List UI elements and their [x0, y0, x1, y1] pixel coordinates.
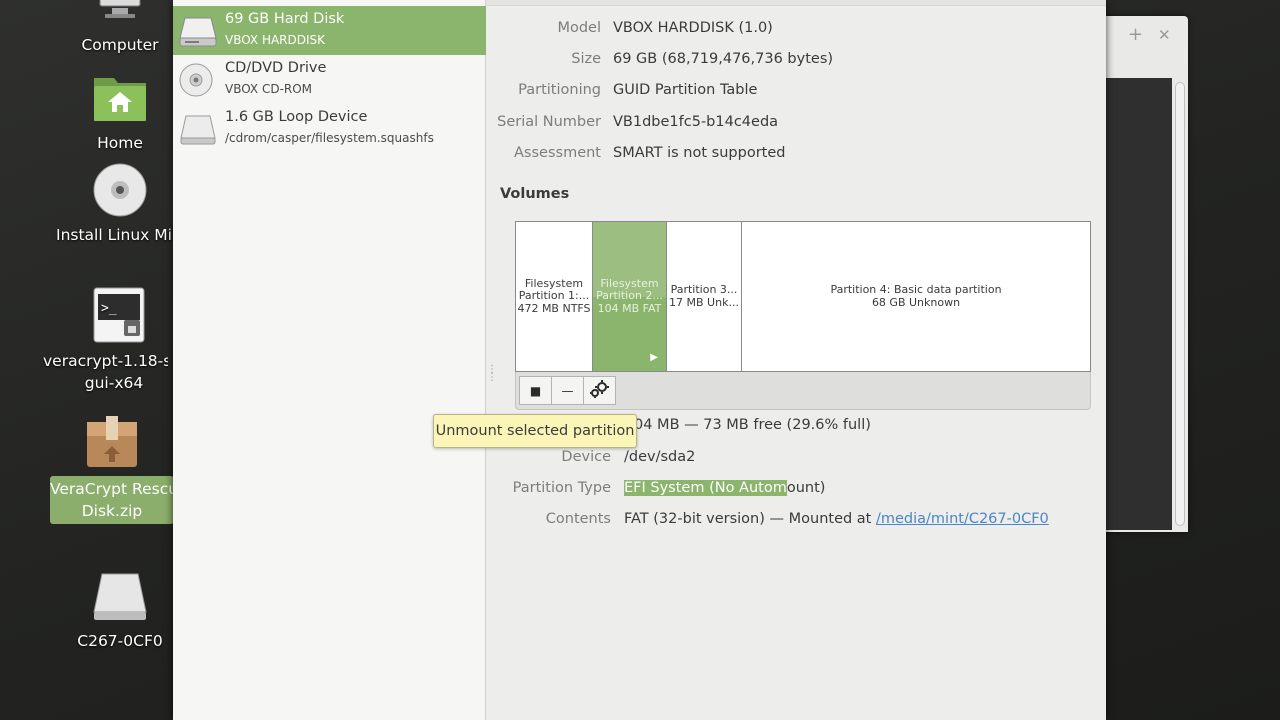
sidebar-item-cd-dvd[interactable]: CD/DVD Drive VBOX CD-ROM — [173, 55, 486, 104]
disks-window: 69 GB Hard Disk VBOX HARDDISK CD/DVD Dri… — [173, 0, 1106, 720]
tooltip: Unmount selected partition — [433, 414, 637, 448]
volume-partition-3[interactable]: Partition 3... 17 MB Unk... — [667, 222, 742, 371]
partition-type-rest: ount) — [786, 480, 826, 496]
contents-text: FAT (32-bit version) — Mounted at — [624, 511, 876, 527]
volume-line2: 17 MB Unk... — [669, 295, 739, 309]
play-arrow-icon: ▶ — [650, 351, 658, 363]
desktop-icon-label-2: gui-x64 — [84, 374, 144, 392]
background-window-content — [1106, 78, 1172, 530]
desktop-icon-label-2: Disk.zip — [81, 502, 143, 520]
volume-line3: 472 MB NTFS — [517, 301, 591, 315]
volume-partition-1[interactable]: Filesystem Partition 1:... 472 MB NTFS — [516, 222, 593, 371]
model-label: Model — [557, 20, 601, 36]
removable-drive-icon — [90, 566, 150, 626]
partitioning-label: Partitioning — [518, 82, 601, 98]
computer-icon — [90, 0, 150, 30]
volume-partition-4[interactable]: Partition 4: Basic data partition 68 GB … — [742, 222, 1090, 371]
minus-icon: — — [561, 383, 574, 398]
delete-partition-button[interactable]: — — [551, 376, 584, 405]
desktop-icon-label: Home — [97, 134, 143, 152]
sidebar-item-sublabel: VBOX CD-ROM — [225, 82, 313, 96]
desktop-icon-label: Computer — [81, 36, 159, 54]
optical-disc-icon — [179, 63, 217, 97]
volume-line2: 68 GB Unknown — [871, 295, 961, 309]
sidebar-item-label: CD/DVD Drive — [225, 60, 327, 76]
desktop-icon-computer[interactable]: Computer — [55, 0, 185, 56]
desktop-icon-label: Install Linux Mi — [56, 226, 172, 244]
desktop-icon-rescue-zip[interactable]: VeraCrypt Rescu Disk.zip — [50, 412, 174, 524]
scrollbar[interactable] — [1175, 82, 1185, 526]
volume-line1: Partition 3... — [670, 283, 738, 296]
sidebar-item-loop-device[interactable]: 1.6 GB Loop Device /cdrom/casper/filesys… — [173, 104, 486, 153]
partition-type-value: EFI System (No Automount) — [624, 480, 825, 496]
volume-line2: Partition 1:... — [518, 289, 590, 303]
desktop-icon-label: veracrypt-1.18-se — [43, 352, 168, 370]
contents-label: Contents — [545, 511, 611, 527]
sidebar-item-sublabel: /cdrom/casper/filesystem.squashfs — [225, 131, 434, 145]
sidebar-item-label: 69 GB Hard Disk — [225, 11, 345, 27]
pane-splitter-handle[interactable]: ⋮ ⋮ — [487, 365, 497, 383]
volume-toolbar: ■ — — [515, 372, 1091, 410]
partition-size-value: 04 MB — 73 MB free (29.6% full) — [634, 417, 871, 433]
archive-box-icon — [82, 412, 142, 472]
desktop-icon-veracrypt[interactable]: >_ veracrypt-1.18-se gui-x64 — [43, 286, 185, 394]
text-selection-highlight: EFI System (No Autom — [624, 480, 787, 496]
device-value: /dev/sda2 — [624, 449, 696, 465]
serial-label: Serial Number — [497, 114, 601, 130]
stop-icon: ■ — [529, 383, 542, 398]
volume-line1: Partition 4: Basic data partition — [830, 283, 1002, 296]
gears-icon — [589, 379, 611, 403]
maximize-icon[interactable]: + — [1128, 24, 1143, 45]
terminal-script-icon: >_ — [90, 286, 150, 346]
close-icon[interactable]: ✕ — [1158, 26, 1171, 44]
device-label: Device — [561, 449, 611, 465]
desktop-icon-label: C267-0CF0 — [77, 632, 163, 650]
serial-value: VB1dbe1fc5-b14c4eda — [613, 114, 779, 130]
size-label: Size — [571, 51, 601, 67]
sidebar-item-label: 1.6 GB Loop Device — [225, 109, 368, 125]
size-value: 69 GB (68,719,476,736 bytes) — [613, 51, 834, 67]
cd-icon — [90, 160, 150, 220]
partitioning-value: GUID Partition Table — [613, 82, 758, 98]
sidebar-item-hard-disk[interactable]: 69 GB Hard Disk VBOX HARDDISK — [173, 6, 486, 55]
volume-line3: 104 MB FAT — [597, 301, 662, 315]
assessment-label: Assessment — [514, 145, 601, 161]
volume-line2: Partition 2... — [596, 289, 663, 303]
svg-text:>_: >_ — [101, 301, 117, 316]
sidebar-item-sublabel: VBOX HARDDISK — [225, 33, 326, 47]
desktop-icon-home[interactable]: Home — [55, 68, 185, 154]
volume-partition-2[interactable]: Filesystem Partition 2... 104 MB FAT ▶ — [593, 222, 667, 371]
assessment-value: SMART is not supported — [613, 145, 786, 161]
contents-value: FAT (32-bit version) — Mounted at /media… — [624, 511, 1049, 527]
home-folder-icon — [90, 68, 150, 128]
partition-settings-button[interactable] — [583, 376, 616, 405]
volumes-title: Volumes — [500, 186, 570, 202]
loop-device-icon — [179, 112, 217, 146]
disk-sidebar: 69 GB Hard Disk VBOX HARDDISK CD/DVD Dri… — [173, 0, 486, 720]
desktop-icon-drive[interactable]: C267-0CF0 — [55, 566, 185, 652]
desktop-icon-install[interactable]: Install Linux Mi — [55, 160, 185, 246]
model-value: VBOX HARDDISK (1.0) — [613, 20, 773, 36]
desktop-icon-label: VeraCrypt Rescu — [50, 480, 174, 498]
hard-disk-icon — [179, 14, 217, 48]
unmount-button[interactable]: ■ — [519, 376, 552, 405]
volumes-map: Filesystem Partition 1:... 472 MB NTFS F… — [515, 221, 1091, 372]
partition-type-label: Partition Type — [512, 480, 611, 496]
background-window[interactable]: + ✕ — [1100, 16, 1188, 532]
mount-point-link[interactable]: /media/mint/C267-0CF0 — [876, 511, 1049, 527]
